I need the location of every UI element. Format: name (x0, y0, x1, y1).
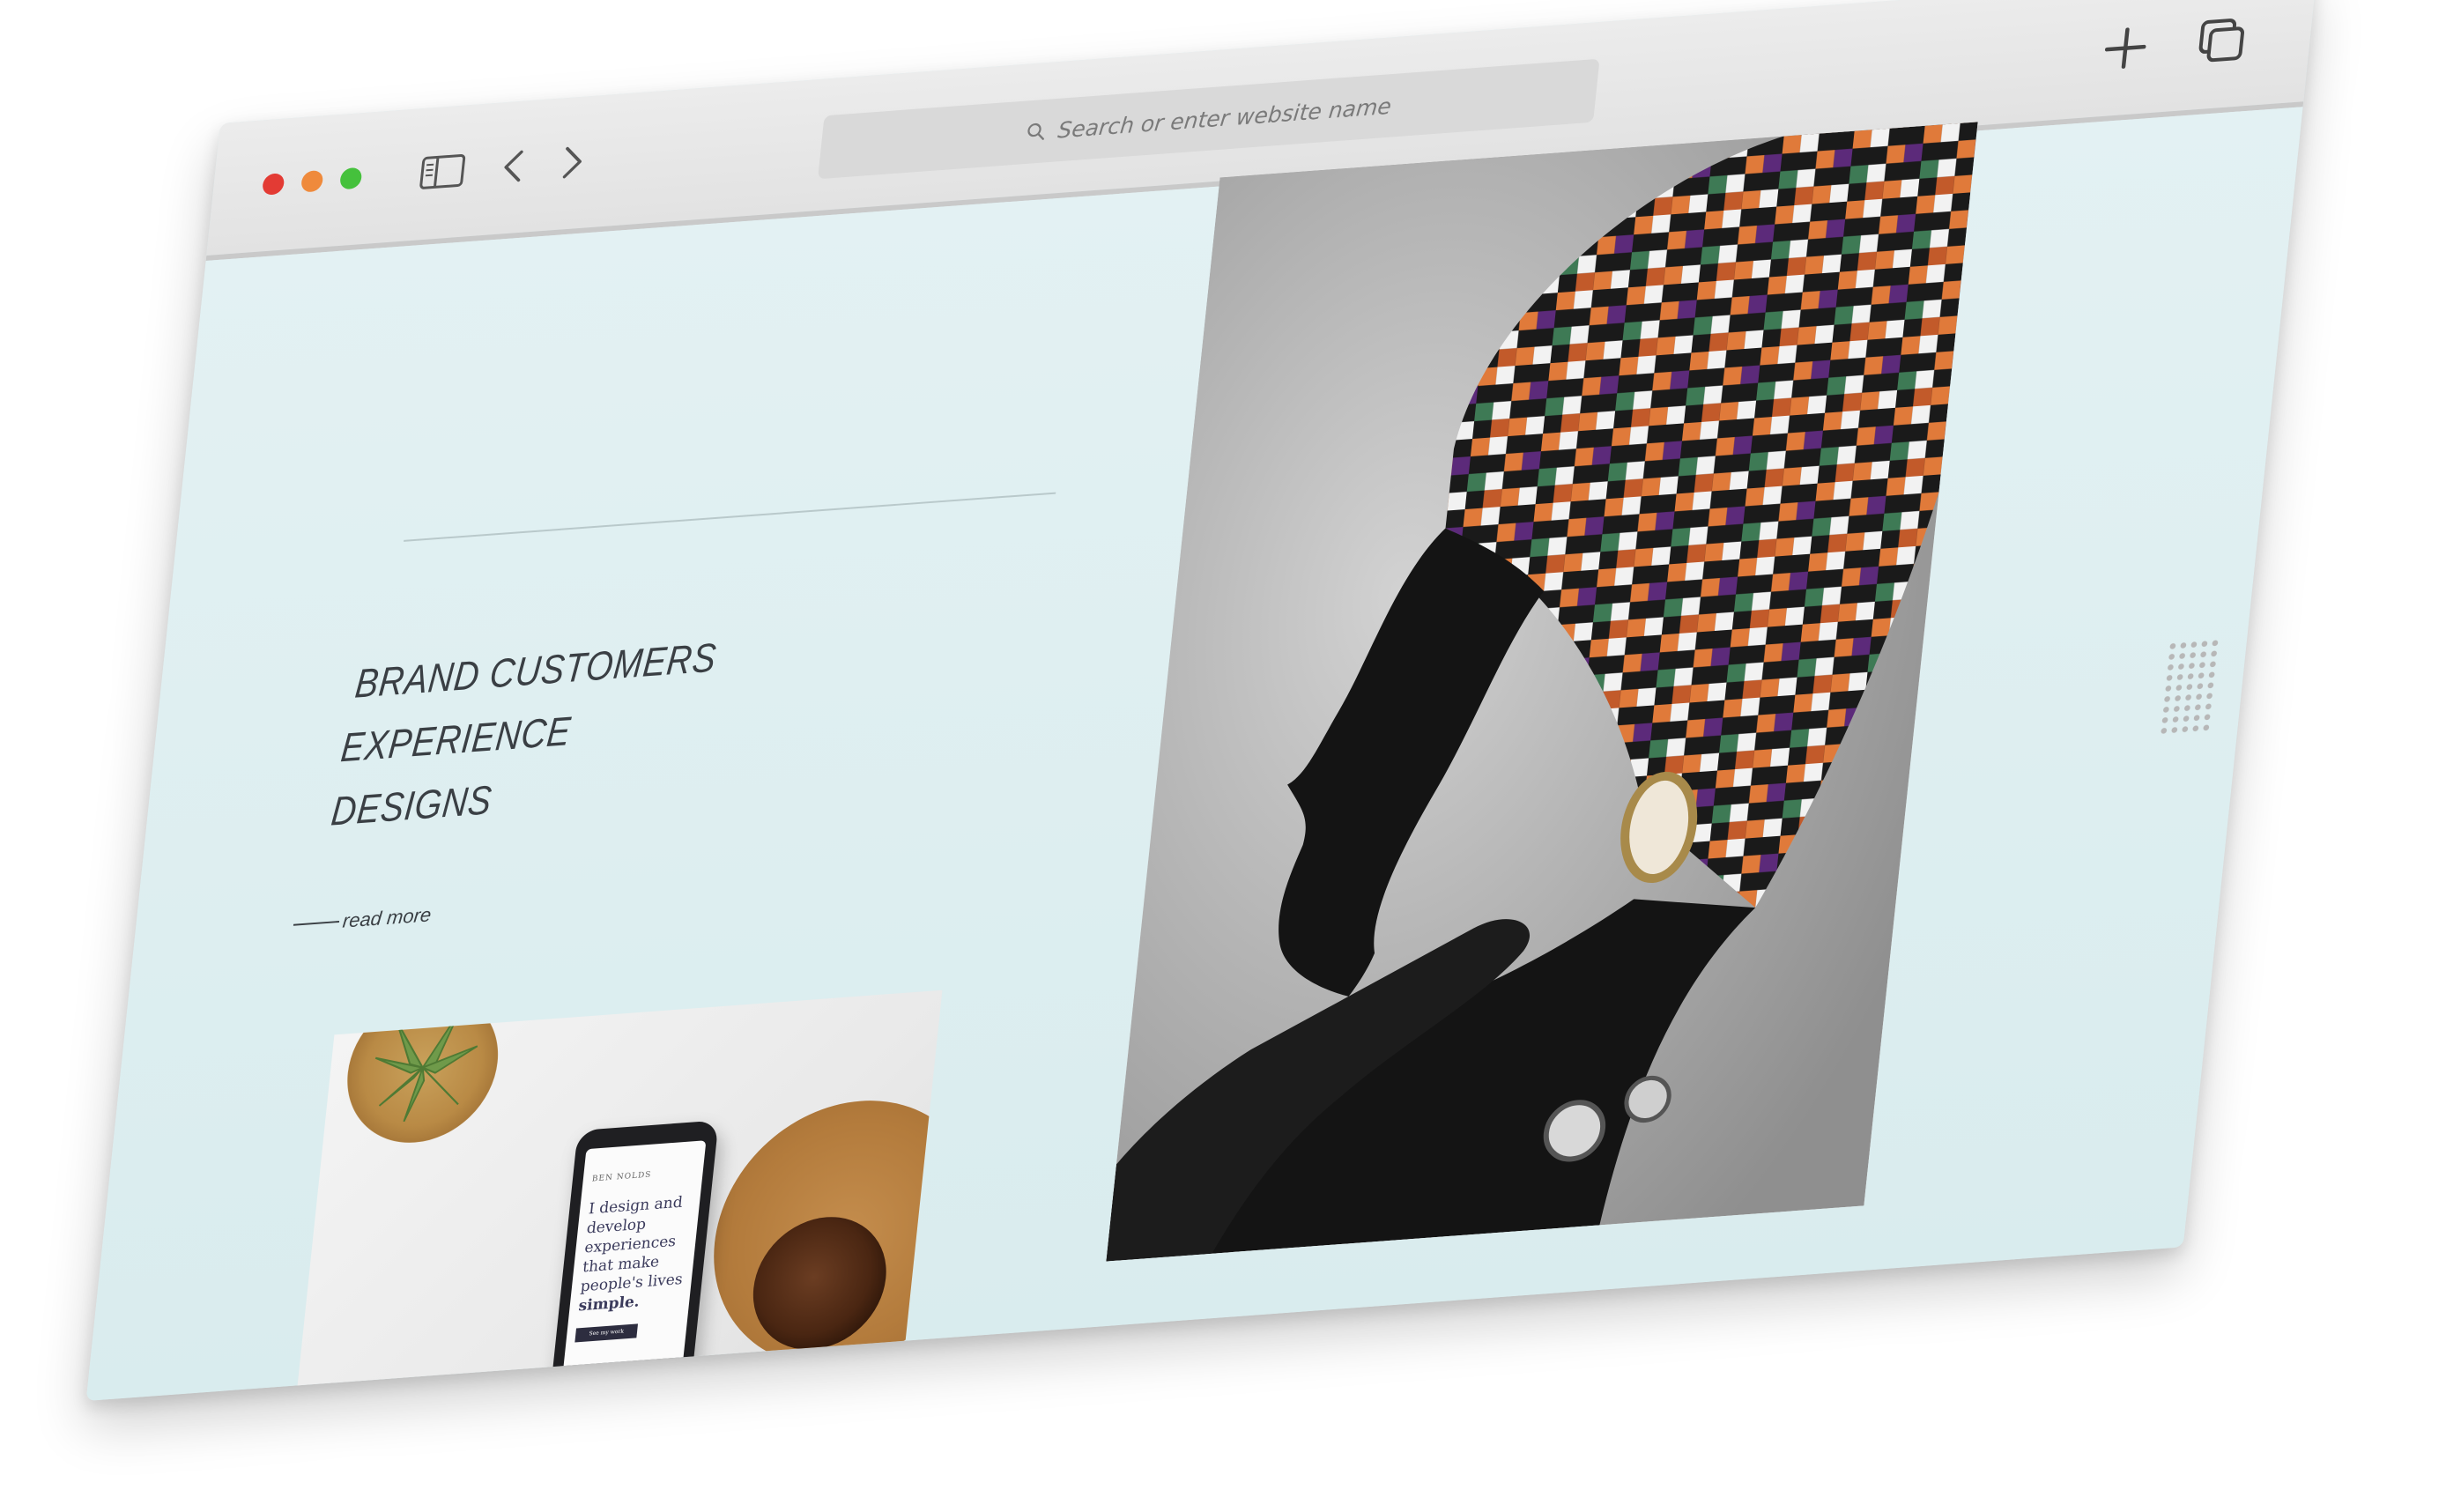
chevron-right-icon[interactable] (552, 138, 592, 187)
phone-cta-button: See my work (574, 1323, 639, 1343)
smartphone: BEN NOLDS I design and develop experienc… (538, 1120, 719, 1401)
tabs-icon[interactable] (2193, 16, 2250, 65)
plus-icon[interactable] (2096, 23, 2153, 72)
mockup-stage: Search or enter website name BRAND CUSTO… (0, 0, 2446, 1512)
minimize-window-button[interactable] (300, 169, 324, 193)
search-icon (1026, 122, 1047, 143)
close-window-button[interactable] (261, 173, 285, 196)
maximize-window-button[interactable] (338, 167, 363, 190)
read-more-link[interactable]: read more (293, 903, 433, 936)
chevron-left-icon[interactable] (493, 143, 532, 191)
address-placeholder: Search or enter website name (1056, 93, 1393, 144)
web-page-content: BRAND CUSTOMERS EXPERIENCE DESIGNS read … (85, 107, 2303, 1401)
phone-brand: BEN NOLDS (591, 1170, 652, 1184)
portrait-illustration (1106, 122, 1978, 1262)
phone-tagline: I design and develop experiences that ma… (577, 1192, 692, 1316)
browser-window: Search or enter website name BRAND CUSTO… (85, 0, 2317, 1401)
divider-line (404, 492, 1056, 542)
hero-headline: BRAND CUSTOMERS EXPERIENCE DESIGNS (329, 626, 720, 843)
succulent-plant (374, 1012, 478, 1123)
portrait-photo (1106, 122, 1978, 1262)
dot-grid-decoration (2157, 637, 2221, 738)
phone-screen: BEN NOLDS I design and develop experienc… (551, 1140, 707, 1401)
read-more-label: read more (341, 903, 433, 932)
desk-phone-photo: BEN NOLDS I design and develop experienc… (285, 989, 943, 1401)
read-more-dash (293, 920, 340, 926)
sidebar-icon[interactable] (415, 147, 469, 196)
